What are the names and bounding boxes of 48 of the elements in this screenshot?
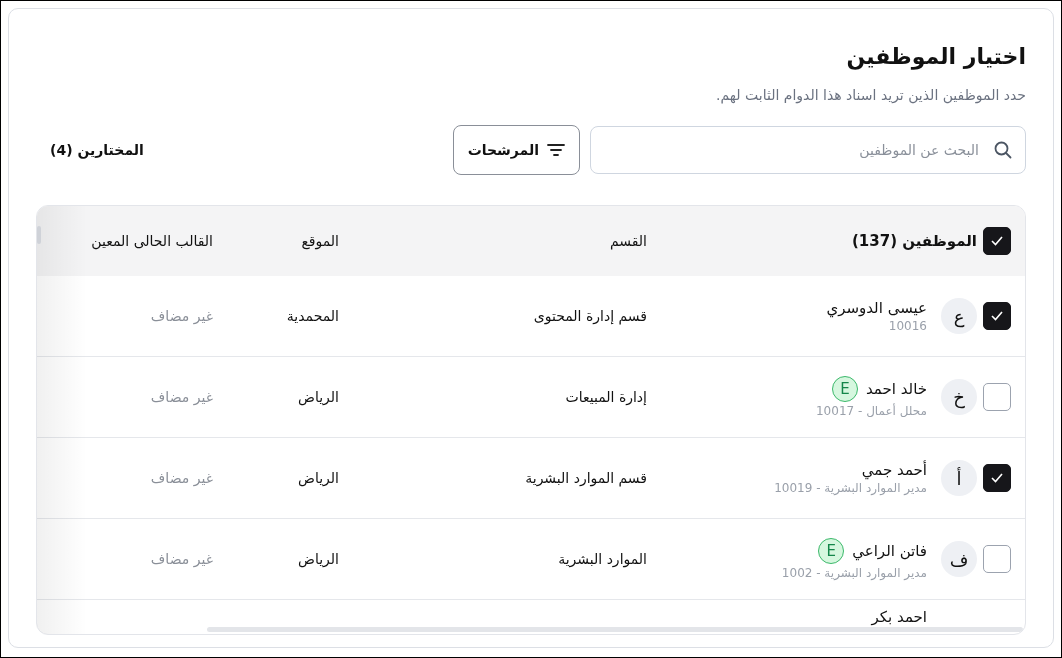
table-cell: الرياض: [298, 389, 339, 405]
employee-badge: E: [818, 538, 845, 564]
employee-id: 10016: [887, 319, 927, 333]
search-input[interactable]: البحث عن الموظفين: [603, 141, 981, 159]
employee-name: خالد احمد: [865, 380, 927, 398]
column-header: القالب الحالى المعين: [91, 233, 213, 249]
column-header: الموقع: [301, 233, 339, 249]
employee-name: عيسى الدوسري: [826, 299, 927, 317]
selected-count: المختارين (4): [49, 142, 144, 158]
table-cell: المحمدية: [286, 308, 339, 324]
table-cell: إدارة المبيعات: [565, 389, 647, 405]
row-checkbox[interactable]: [983, 302, 1011, 330]
check-icon: [990, 235, 1004, 247]
table-cell: قسم الموارد البشرية: [525, 470, 647, 486]
table-cell: الرياض: [298, 470, 339, 486]
employee-name: فاتن الراعي: [852, 542, 927, 560]
avatar: ف: [941, 541, 977, 577]
scrollbar[interactable]: [207, 627, 1023, 632]
table-cell: غير مضاف: [150, 389, 213, 405]
filters-button[interactable]: المرشحات: [452, 125, 580, 175]
check-icon: [990, 310, 1004, 322]
row-checkbox[interactable]: [983, 545, 1011, 573]
employee-id: مدير الموارد البشرية - 1002: [781, 566, 927, 580]
employee-name: أحمد جمي: [861, 461, 927, 479]
search-icon: [993, 140, 1013, 160]
select-all-checkbox[interactable]: [983, 227, 1011, 255]
employee-id: مدير الموارد البشرية - 10019: [774, 481, 927, 495]
filter-icon: [547, 143, 565, 157]
row-checkbox[interactable]: [983, 464, 1011, 492]
table-cell: غير مضاف: [150, 551, 213, 567]
avatar: خ: [941, 379, 977, 415]
avatar: أ: [941, 460, 977, 496]
employee-id: محلل أعمال - 10017: [816, 404, 927, 418]
column-header: الموظفين (137): [851, 232, 977, 250]
check-icon: [990, 472, 1004, 484]
page-title: اختيار الموظفين: [845, 43, 1026, 72]
table-cell: الموارد البشرية: [558, 551, 647, 567]
column-header: القسم: [609, 233, 647, 249]
table-cell: غير مضاف: [150, 470, 213, 486]
avatar: ع: [941, 298, 977, 334]
employee-badge: E: [831, 376, 858, 402]
table-cell: الرياض: [298, 551, 339, 567]
search-field[interactable]: البحث عن الموظفين: [590, 126, 1026, 174]
page-subtitle: حدد الموظفين الذين تريد اسناد هذا الدوام الثابت لهم.: [715, 87, 1026, 103]
row-checkbox[interactable]: [983, 383, 1011, 411]
table-cell: قسم إدارة المحتوى: [533, 308, 647, 324]
employee-name: احمد بكر: [871, 608, 927, 626]
table-cell: غير مضاف: [150, 308, 213, 324]
